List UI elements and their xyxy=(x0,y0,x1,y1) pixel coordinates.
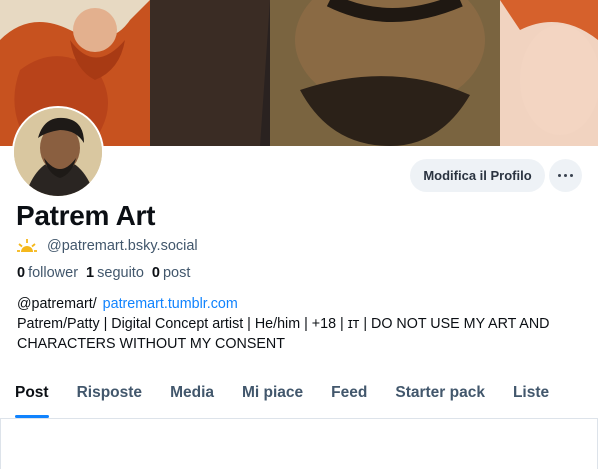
bio-first-line: @patremart/patremart.tumblr.com xyxy=(17,294,587,314)
bio-mention[interactable]: @patremart/ xyxy=(17,296,97,312)
tab-post[interactable]: Post xyxy=(15,368,49,418)
profile-avatar[interactable] xyxy=(12,106,104,198)
profile-handle: @patremart.bsky.social xyxy=(47,238,198,254)
tab-feed[interactable]: Feed xyxy=(331,368,367,418)
followers-stat[interactable]: 0 follower xyxy=(17,265,78,281)
tab-starter-pack[interactable]: Starter pack xyxy=(395,368,485,418)
tab-risposte[interactable]: Risposte xyxy=(77,368,142,418)
profile-bio: @patremart/patremart.tumblr.com Patrem/P… xyxy=(17,294,587,354)
profile-tabs: Post Risposte Media Mi piace Feed Starte… xyxy=(0,368,598,419)
tab-media[interactable]: Media xyxy=(170,368,214,418)
following-stat[interactable]: 1 seguito xyxy=(86,265,144,281)
sun-icon xyxy=(17,239,37,252)
tab-liste[interactable]: Liste xyxy=(513,368,549,418)
more-options-button[interactable] xyxy=(549,159,582,192)
display-name: Patrem Art xyxy=(16,200,156,231)
profile-stats: 0 follower 1 seguito 0 post xyxy=(17,265,190,281)
bio-text: Patrem/Patty | Digital Concept artist | … xyxy=(17,316,550,352)
avatar-image xyxy=(14,108,102,196)
handle-row: @patremart.bsky.social xyxy=(17,238,198,254)
feed-content-area xyxy=(0,419,598,469)
edit-profile-button[interactable]: Modifica il Profilo xyxy=(410,159,545,192)
tab-mi-piace[interactable]: Mi piace xyxy=(242,368,303,418)
posts-stat: 0 post xyxy=(151,265,191,281)
bio-link[interactable]: patremart.tumblr.com xyxy=(103,296,238,312)
ellipsis-icon xyxy=(558,174,561,177)
